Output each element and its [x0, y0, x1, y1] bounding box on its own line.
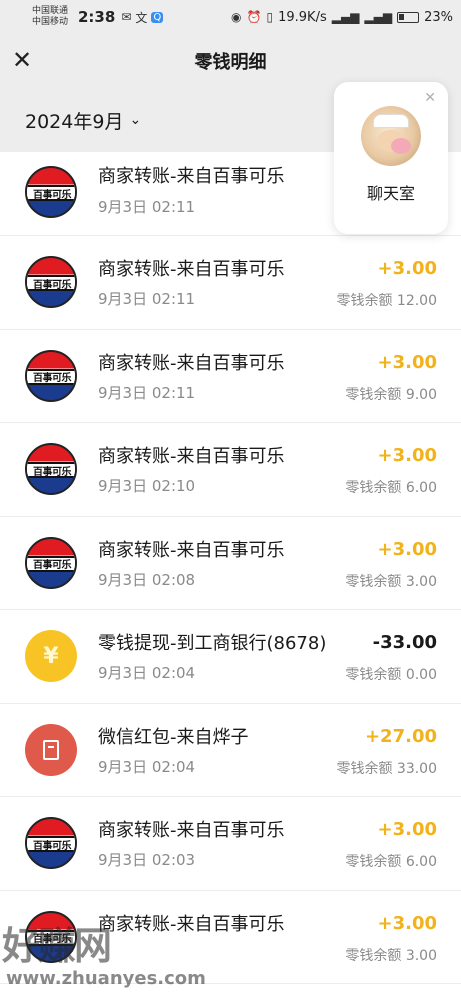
transaction-amount: +3.00	[377, 538, 438, 560]
pepsi-logo-text: 百事可乐	[27, 555, 75, 572]
transaction-balance: 零钱余额 9.00	[345, 386, 437, 403]
pepsi-logo-icon: 百事可乐	[25, 256, 77, 308]
notification-icons: ✉ 文 Q	[121, 9, 164, 26]
watermark-text: 好赚网	[2, 924, 112, 968]
pepsi-logo-text: 百事可乐	[27, 368, 75, 385]
signal-icon: ▂▄▆	[331, 10, 360, 24]
month-selector[interactable]: 2024年9月 ⌄	[25, 107, 141, 134]
transaction-time: 9月3日 02:04	[98, 664, 196, 682]
wechat-icon: ✉	[121, 10, 132, 24]
pepsi-logo-text: 百事可乐	[27, 462, 75, 478]
transaction-row[interactable]: ¥ 零钱提现-到工商银行(8678) 9月3日 02:04 -33.00 零钱余额 0.…	[0, 610, 461, 704]
close-icon[interactable]: ✕	[12, 48, 36, 72]
net-speed: 19.9K/s	[278, 9, 327, 25]
title-bar: ✕ 零钱明细	[0, 34, 461, 88]
pepsi-logo-text: 百事可乐	[27, 836, 75, 852]
signal-2-icon: ▂▄▆	[364, 10, 393, 24]
transaction-row[interactable]: 百事可乐 商家转账-来自百事可乐 9月3日 02:10 +3.00 零钱余额 6.00	[0, 423, 461, 517]
transaction-amount: -33.00	[372, 632, 437, 653]
pepsi-logo-text: 百事可乐	[27, 185, 75, 201]
alarm-icon: ⏰	[246, 10, 262, 24]
transaction-row[interactable]: 百事可乐 商家转账-来自百事可乐 9月3日 02:08 +3.00 零钱余额 3.00	[0, 516, 461, 610]
transaction-title: 微信红包-来自烨子	[98, 726, 249, 748]
carrier-1: 中国联通	[32, 6, 69, 16]
transaction-time: 9月3日 02:11	[98, 383, 196, 402]
transaction-title: 商家转账-来自百事可乐	[98, 166, 285, 187]
transaction-row[interactable]: 百事可乐 商家转账-来自百事可乐 9月3日 02:03 +3.00 零钱余额 6.00	[0, 797, 461, 891]
chat-room-avatar[interactable]	[361, 106, 421, 166]
close-icon[interactable]: ✕	[424, 90, 436, 106]
transaction-time: 9月3日 02:08	[98, 570, 196, 589]
watermark-url: www.zhuanyes.com	[6, 968, 206, 989]
transaction-row[interactable]: 百事可乐 商家转账-来自百事可乐 9月3日 02:11 +3.00 零钱余额 12.00	[0, 236, 461, 330]
battery-icon	[397, 11, 420, 23]
transaction-balance: 零钱余额 6.00	[345, 480, 437, 496]
transaction-time: 9月3日 02:03	[98, 851, 196, 869]
transaction-balance: 零钱余额 3.00	[345, 947, 437, 964]
transaction-balance: 零钱余额 12.00	[336, 293, 437, 309]
transaction-title: 商家转账-来自百事可乐	[98, 352, 285, 374]
transaction-amount: +3.00	[377, 819, 438, 840]
transaction-amount: +3.00	[377, 912, 438, 934]
transaction-balance: 零钱余额 0.00	[345, 667, 437, 683]
transaction-time: 9月3日 02:04	[98, 757, 196, 776]
pepsi-logo-icon: 百事可乐	[25, 817, 77, 869]
carrier-info: 中国联通 中国移动	[32, 6, 72, 28]
eye-icon: ◉	[231, 10, 242, 24]
chat-room-card[interactable]: ✕ 聊天室	[334, 82, 448, 234]
chat-room-label[interactable]: 聊天室	[367, 180, 415, 204]
pepsi-logo-icon: 百事可乐	[25, 536, 77, 589]
red-packet-icon	[25, 723, 77, 776]
battery-level: 23%	[424, 9, 453, 25]
transaction-amount: +3.00	[377, 445, 438, 466]
transaction-row[interactable]: 百事可乐 商家转账-来自百事可乐 9月3日 02:11 +3.00 零钱余额 9.00	[0, 329, 461, 423]
transaction-title: 零钱提现-到工商银行(8678)	[98, 633, 327, 654]
transaction-title: 商家转账-来自百事可乐	[98, 446, 285, 467]
pepsi-logo-icon: 百事可乐	[25, 349, 77, 402]
transaction-balance: 零钱余额 33.00	[336, 760, 437, 777]
transaction-time: 9月3日 02:11	[98, 198, 196, 216]
vibrate-icon: ▯	[266, 10, 274, 24]
pepsi-logo-icon: 百事可乐	[25, 166, 77, 218]
page-title: 零钱明细	[194, 52, 267, 73]
transaction-row[interactable]: 微信红包-来自烨子 9月3日 02:04 +27.00 零钱余额 33.00	[0, 703, 461, 797]
yuan-coin-icon: ¥	[25, 630, 77, 682]
clock: 2:38	[78, 8, 116, 26]
transaction-title: 商家转账-来自百事可乐	[98, 539, 285, 561]
transaction-title: 商家转账-来自百事可乐	[98, 820, 285, 841]
transaction-amount: +3.00	[377, 258, 438, 279]
transaction-title: 商家转账-来自百事可乐	[98, 259, 285, 280]
watermark-logo: 好赚网 www.zhuanyes.com	[0, 915, 206, 1000]
system-status: ◉ ⏰ ▯ 19.9K/s ▂▄▆ ▂▄▆ 23%	[231, 10, 453, 25]
chevron-down-icon: ⌄	[129, 112, 142, 128]
status-bar: 中国联通 中国移动 2:38 ✉ 文 Q ◉ ⏰ ▯ 19.9K/s ▂▄▆ ▂…	[0, 0, 461, 34]
translate-icon: 文	[135, 10, 148, 25]
transaction-balance: 零钱余额 3.00	[345, 573, 437, 590]
pepsi-logo-text: 百事可乐	[27, 275, 75, 291]
pepsi-logo-icon: 百事可乐	[25, 443, 77, 495]
month-label: 2024年9月	[25, 110, 124, 133]
search-app-icon: Q	[151, 11, 164, 23]
transaction-time: 9月3日 02:10	[98, 477, 196, 495]
transaction-list: 百事可乐 商家转账-来自百事可乐 9月3日 02:11 百事可乐 商家转账-来自百事可乐…	[0, 152, 461, 984]
transaction-time: 9月3日 02:11	[98, 290, 196, 308]
transaction-balance: 零钱余额 6.00	[345, 854, 437, 870]
yuan-symbol: ¥	[43, 643, 59, 669]
carrier-2: 中国移动	[32, 17, 69, 27]
transaction-amount: +27.00	[364, 725, 437, 747]
transaction-amount: +3.00	[377, 351, 438, 373]
